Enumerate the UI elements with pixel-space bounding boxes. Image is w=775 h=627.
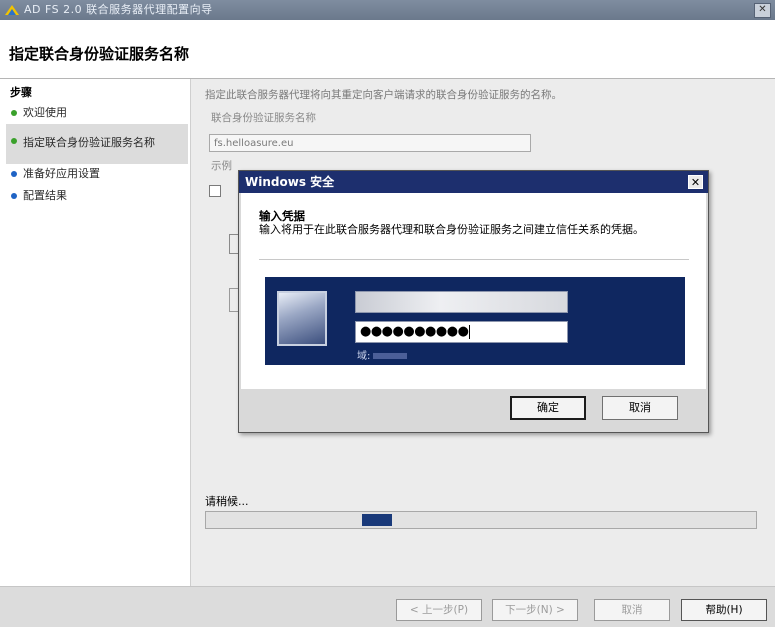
progress-fill (362, 514, 392, 526)
wizard-title: AD FS 2.0 联合服务器代理配置向导 (24, 3, 213, 16)
step-done-icon (11, 110, 17, 116)
next-button[interactable]: 下一步(N) > (492, 599, 578, 621)
user-tile-icon (277, 291, 327, 346)
username-input[interactable] (355, 291, 568, 313)
example-text: 示例 (211, 160, 232, 172)
service-name-label: 联合身份验证服务名称 (211, 112, 316, 124)
progress-bar (205, 511, 757, 529)
dialog-body: 输入凭据 输入将用于在此联合服务器代理和联合身份验证服务之间建立信任关系的凭据。… (241, 193, 706, 389)
cancel-button[interactable]: 取消 (594, 599, 670, 621)
dialog-description: 输入将用于在此联合服务器代理和联合身份验证服务之间建立信任关系的凭据。 (259, 223, 644, 236)
page-description: 指定此联合服务器代理将向其重定向客户端请求的联合身份验证服务的名称。 (205, 89, 562, 101)
step-pending-icon (11, 171, 17, 177)
step-label: 欢迎使用 (23, 106, 67, 119)
step-ready-to-apply: 准备好应用设置 (6, 167, 188, 183)
steps-pane: 步骤 欢迎使用 指定联合身份验证服务名称 准备好应用设置 配置结果 (0, 79, 191, 586)
step-specify-service-name: 指定联合身份验证服务名称 (6, 124, 188, 164)
wizard-button-bar: < 上一步(P) 下一步(N) > 取消 帮助(H) (0, 586, 775, 627)
steps-heading: 步骤 (10, 86, 32, 99)
domain-line: 域: (357, 347, 408, 362)
obscured-domain (373, 353, 408, 359)
page-title: 指定联合身份验证服务名称 (9, 45, 190, 63)
credential-tile[interactable]: ●●●●●●●●●● 域: (265, 277, 685, 365)
wizard-header: 指定联合身份验证服务名称 (0, 20, 775, 79)
wizard-titlebar: AD FS 2.0 联合服务器代理配置向导 ✕ (0, 0, 775, 20)
text-caret (469, 324, 471, 339)
password-mask: ●●●●●●●●●● (360, 324, 469, 339)
dialog-heading: 输入凭据 (259, 209, 305, 223)
dialog-titlebar: Windows 安全 ✕ (239, 171, 708, 193)
service-name-input[interactable]: fs.helloasure.eu (209, 134, 531, 152)
progress-label: 请稍候... (205, 495, 249, 508)
wizard-close-button[interactable]: ✕ (754, 3, 771, 18)
dialog-close-button[interactable]: ✕ (688, 175, 703, 189)
dialog-title: Windows 安全 (245, 175, 335, 189)
step-label: 配置结果 (23, 189, 67, 202)
password-input[interactable]: ●●●●●●●●●● (355, 321, 568, 343)
step-welcome: 欢迎使用 (6, 106, 188, 122)
step-label: 指定联合身份验证服务名称 (23, 136, 155, 149)
domain-label: 域: (357, 351, 371, 362)
dialog-cancel-button[interactable]: 取消 (602, 396, 678, 420)
step-pending-icon (11, 193, 17, 199)
step-results: 配置结果 (6, 189, 188, 205)
step-label: 准备好应用设置 (23, 167, 100, 180)
adfs-app-icon (5, 5, 19, 15)
step-current-icon (11, 138, 17, 144)
previous-button[interactable]: < 上一步(P) (396, 599, 482, 621)
windows-security-dialog: Windows 安全 ✕ 输入凭据 输入将用于在此联合服务器代理和联合身份验证服… (238, 170, 709, 433)
option-checkbox[interactable] (209, 185, 221, 197)
ok-button[interactable]: 确定 (510, 396, 586, 420)
dialog-separator (259, 259, 689, 260)
help-button[interactable]: 帮助(H) (681, 599, 767, 621)
